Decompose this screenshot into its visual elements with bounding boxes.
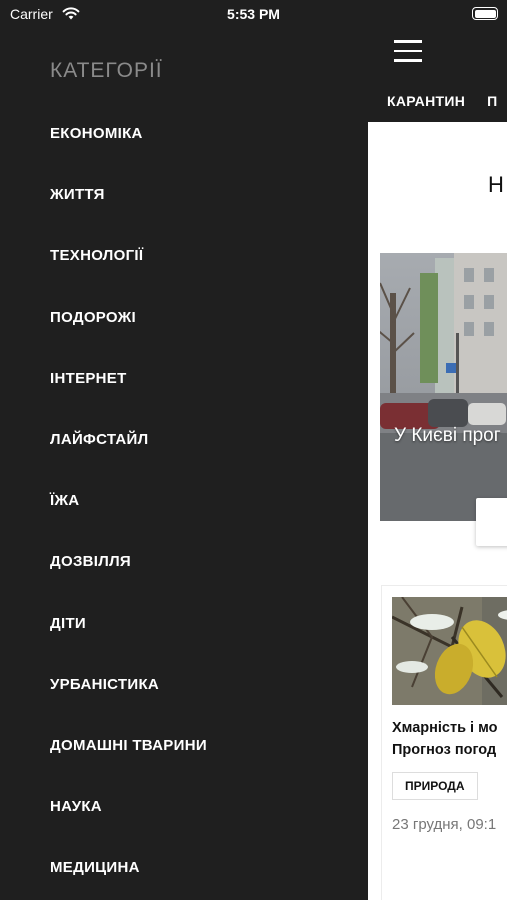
news-card-title-line-2: Прогноз погод (392, 742, 497, 758)
featured-article[interactable]: У Києві прог (380, 253, 507, 521)
featured-caption-card (476, 498, 507, 546)
news-card-title: Хмарність і мо Прогноз погод (392, 717, 497, 761)
category-item-children[interactable]: ДІТИ (50, 593, 207, 654)
featured-photo (380, 253, 507, 521)
news-card-date: 23 грудня, 09:1 (392, 816, 497, 833)
category-item-science[interactable]: НАУКА (50, 776, 207, 837)
battery-level (474, 9, 496, 18)
category-item-technology[interactable]: ТЕХНОЛОГІЇ (50, 225, 207, 286)
category-item-economy[interactable]: ЕКОНОМІКА (50, 103, 207, 164)
category-tag[interactable]: ПРИРОДА (392, 772, 478, 800)
drawer-title: КАТЕГОРІЇ (50, 59, 163, 82)
featured-article-title: У Києві прог (394, 425, 501, 446)
news-card-title-line-1: Хмарність і мо (392, 720, 498, 736)
status-time: 5:53 PM (227, 6, 280, 22)
app-screen: Carrier 5:53 PM КАТЕГОРІЇ ЕКОНОМІКА ЖИТТ… (0, 0, 507, 900)
section-title: Н (488, 172, 504, 197)
category-list: ЕКОНОМІКА ЖИТТЯ ТЕХНОЛОГІЇ ПОДОРОЖІ ІНТЕ… (50, 103, 207, 898)
hamburger-icon[interactable] (394, 40, 422, 62)
news-card-image (392, 597, 507, 705)
section-tabs: КАРАНТИН П (387, 93, 507, 111)
status-bar: Carrier 5:53 PM (0, 0, 507, 28)
category-item-life[interactable]: ЖИТТЯ (50, 164, 207, 225)
category-item-travel[interactable]: ПОДОРОЖІ (50, 287, 207, 348)
battery-icon (472, 7, 498, 20)
main-panel: КАРАНТИН П Н У Києві прог Хмарність і мо… (368, 0, 507, 900)
category-drawer: КАТЕГОРІЇ ЕКОНОМІКА ЖИТТЯ ТЕХНОЛОГІЇ ПОД… (0, 0, 368, 900)
news-feed: Н У Києві прог Хмарність і мо Прогноз по… (368, 122, 507, 900)
category-item-urbanism[interactable]: УРБАНІСТИКА (50, 654, 207, 715)
tab-next[interactable]: П (487, 93, 497, 109)
tab-quarantine[interactable]: КАРАНТИН (387, 93, 465, 109)
category-item-food[interactable]: ЇЖА (50, 470, 207, 531)
news-card[interactable]: Хмарність і мо Прогноз погод ПРИРОДА 23 … (381, 585, 507, 900)
category-item-lifestyle[interactable]: ЛАЙФСТАЙЛ (50, 409, 207, 470)
category-item-pets[interactable]: ДОМАШНІ ТВАРИНИ (50, 715, 207, 776)
category-item-leisure[interactable]: ДОЗВІЛЛЯ (50, 531, 207, 592)
category-item-medicine[interactable]: МЕДИЦИНА (50, 837, 207, 898)
category-item-internet[interactable]: ІНТЕРНЕТ (50, 348, 207, 409)
